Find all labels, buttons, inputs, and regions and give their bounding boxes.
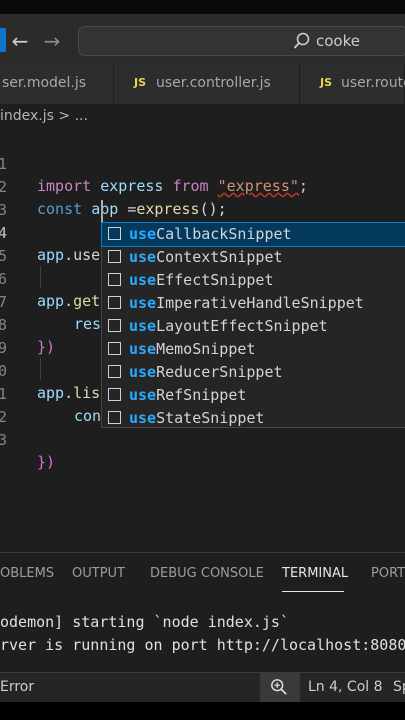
- terminal-line: rver is running on port http://localhost…: [0, 636, 405, 654]
- status-indent[interactable]: Sp: [393, 679, 405, 695]
- status-errors[interactable]: Error: [0, 679, 34, 695]
- search-icon: [293, 32, 310, 49]
- snippet-icon: [108, 342, 121, 355]
- terminal-line: odemon] starting `node index.js`: [0, 613, 289, 631]
- code-line: 2 const app =express();: [0, 178, 227, 218]
- suggestion-item[interactable]: useCallbackSnippet: [101, 222, 405, 247]
- arrow-left-icon[interactable]: ←: [6, 28, 34, 54]
- tab-label: ser.model.js: [2, 75, 87, 91]
- code-line: 1 import express from "express";: [0, 155, 308, 195]
- tab-label: user.controller.js: [156, 75, 271, 91]
- js-file-icon: JS: [134, 76, 147, 89]
- arrow-right-icon[interactable]: →: [38, 28, 66, 54]
- command-center-search[interactable]: cooke: [78, 26, 405, 56]
- tab-user-model[interactable]: ser.model.js: [0, 64, 114, 104]
- tab-user-controller[interactable]: JS user.controller.js: [114, 64, 300, 104]
- code-line-active: 4 app.use: [0, 224, 101, 264]
- tab-problems[interactable]: OBLEMS: [0, 566, 54, 581]
- bottom-panel: OBLEMS OUTPUT DEBUG CONSOLE TERMINAL POR…: [0, 552, 405, 675]
- code-line: 3: [0, 201, 7, 219]
- tab-ports[interactable]: PORT: [371, 566, 405, 581]
- snippet-icon: [108, 388, 121, 401]
- tab-debug-console[interactable]: DEBUG CONSOLE: [150, 566, 264, 581]
- cursor-position[interactable]: Ln 4, Col 8: [308, 679, 383, 695]
- bottom-edge: [0, 702, 405, 720]
- status-bar: Error Ln 4, Col 8 Sp: [0, 672, 405, 703]
- suggestion-item[interactable]: useEffectSnippet: [102, 269, 405, 292]
- suggestion-item[interactable]: useImperativeHandleSnippet: [102, 292, 405, 315]
- autocomplete-suggestions: useCallbackSnippet useContextSnippet use…: [101, 222, 405, 428]
- snippet-icon: [108, 227, 121, 240]
- breadcrumb-path[interactable]: index.js > ...: [0, 108, 88, 124]
- snippet-icon: [108, 250, 121, 263]
- zoom-in-icon: [271, 679, 287, 695]
- suggestion-item[interactable]: useContextSnippet: [102, 246, 405, 269]
- tab-output[interactable]: OUTPUT: [72, 566, 125, 581]
- text-cursor: [101, 200, 103, 222]
- top-edge: [0, 0, 405, 14]
- tab-terminal[interactable]: TERMINAL: [282, 566, 348, 581]
- breadcrumb: index.js > ...: [0, 104, 405, 128]
- active-tab-indicator: [282, 591, 344, 592]
- editor-tab-bar: ser.model.js JS user.controller.js JS us…: [0, 64, 405, 104]
- search-text: cooke: [316, 32, 360, 50]
- snippet-icon: [108, 365, 121, 378]
- suggestion-item[interactable]: useStateSnippet: [102, 407, 405, 430]
- snippet-icon: [108, 319, 121, 332]
- tab-user-route[interactable]: JS user.route: [300, 64, 405, 104]
- js-file-icon: JS: [320, 76, 333, 89]
- tab-label: user.route: [341, 75, 405, 91]
- snippet-icon: [108, 411, 121, 424]
- suggestion-item[interactable]: useMemoSnippet: [102, 338, 405, 361]
- suggestion-item[interactable]: useRefSnippet: [102, 384, 405, 407]
- snippet-icon: [108, 273, 121, 286]
- suggestion-item[interactable]: useReducerSnippet: [102, 361, 405, 384]
- suggestion-item[interactable]: useLayoutEffectSnippet: [102, 315, 405, 338]
- snippet-icon: [108, 296, 121, 309]
- zoom-button[interactable]: [260, 673, 300, 703]
